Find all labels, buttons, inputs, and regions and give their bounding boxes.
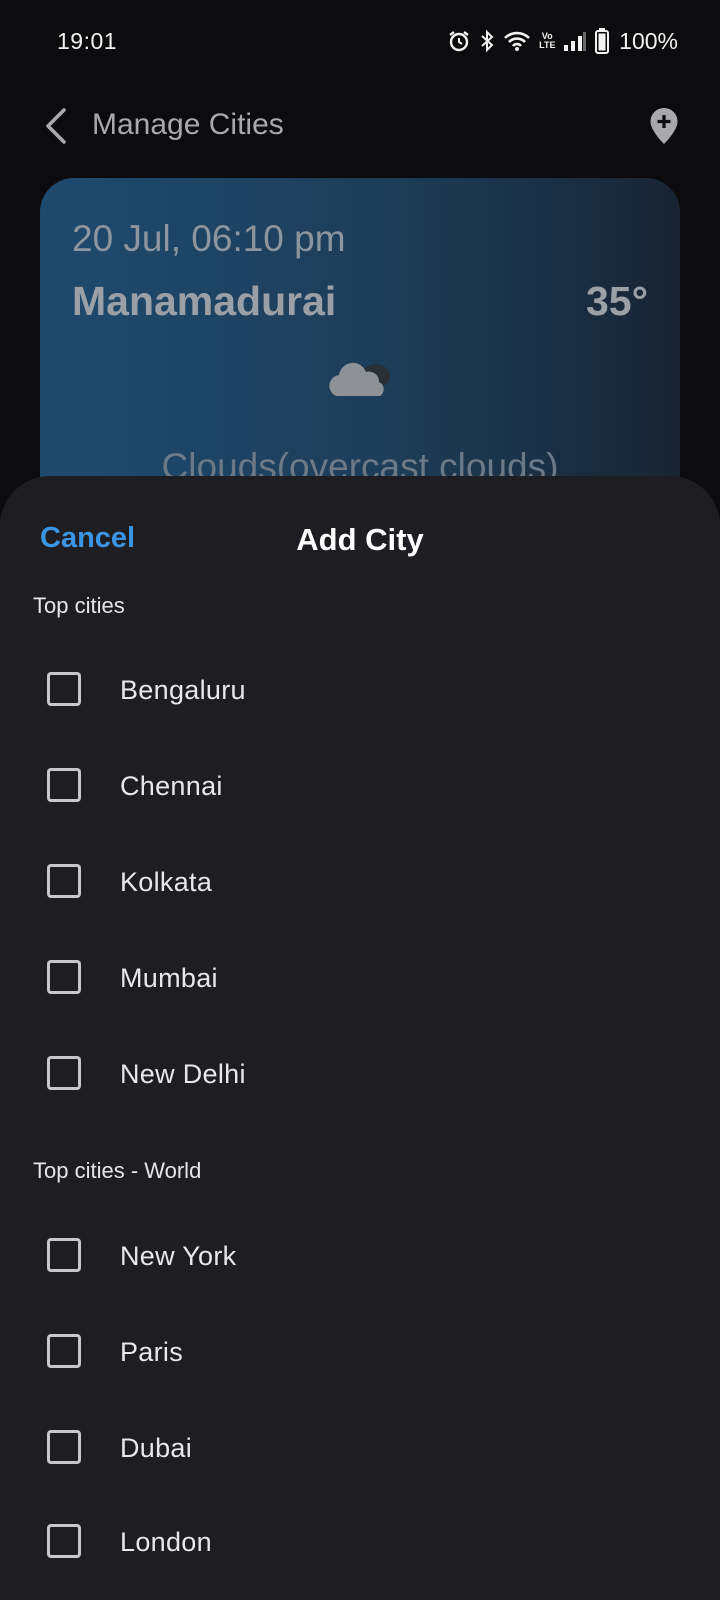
signal-icon	[563, 31, 587, 51]
alarm-icon	[447, 29, 471, 53]
wifi-icon	[503, 30, 531, 52]
card-city-name: Manamadurai	[72, 278, 337, 324]
city-checkbox[interactable]	[47, 1524, 81, 1558]
add-city-sheet: Add City Cancel Top cities Bengaluru Che…	[0, 476, 720, 1600]
page-title: Manage Cities	[92, 108, 284, 141]
city-checkbox[interactable]	[47, 864, 81, 898]
status-icons: Vo LTE 100%	[447, 26, 678, 56]
cancel-button[interactable]: Cancel	[40, 522, 135, 555]
city-row-kolkata[interactable]: Kolkata	[0, 834, 720, 930]
add-location-button[interactable]	[644, 102, 684, 150]
city-checkbox[interactable]	[47, 1238, 81, 1272]
city-row-bengaluru[interactable]: Bengaluru	[0, 642, 720, 738]
city-checkbox[interactable]	[47, 1056, 81, 1090]
volte-icon: Vo LTE	[539, 31, 556, 50]
city-label: Paris	[120, 1337, 184, 1367]
city-row-new-york[interactable]: New York	[0, 1208, 720, 1304]
card-temperature: 35°	[585, 278, 648, 324]
status-bar: 19:01 Vo LTE 100%	[0, 0, 720, 84]
city-row-new-delhi[interactable]: New Delhi	[0, 1026, 720, 1122]
city-row-paris[interactable]: Paris	[0, 1304, 720, 1400]
app-header: Manage Cities	[0, 90, 720, 162]
status-time: 19:01	[57, 28, 118, 54]
city-checkbox[interactable]	[47, 1430, 81, 1464]
city-checkbox[interactable]	[47, 768, 81, 802]
city-label: Bengaluru	[120, 675, 246, 705]
section-title-top-cities: Top cities	[33, 593, 125, 618]
card-datetime: 20 Jul, 06:10 pm	[72, 218, 346, 259]
cloud-icon	[329, 362, 390, 396]
city-checkbox[interactable]	[47, 960, 81, 994]
city-label: New Delhi	[120, 1059, 246, 1089]
city-label: London	[120, 1527, 212, 1557]
bluetooth-icon	[479, 29, 495, 53]
city-row-mumbai[interactable]: Mumbai	[0, 930, 720, 1026]
city-row-dubai[interactable]: Dubai	[0, 1400, 720, 1496]
city-label: Dubai	[120, 1433, 193, 1463]
back-button[interactable]	[38, 104, 74, 148]
battery-percentage: 100%	[619, 27, 678, 54]
battery-icon	[595, 28, 610, 54]
add-location-icon	[650, 108, 678, 144]
city-label: New York	[120, 1241, 237, 1271]
section-title-top-cities-world: Top cities - World	[33, 1158, 202, 1183]
city-row-chennai[interactable]: Chennai	[0, 738, 720, 834]
city-checkbox[interactable]	[47, 672, 81, 706]
city-checkbox[interactable]	[47, 1334, 81, 1368]
city-row-london[interactable]: London	[0, 1494, 720, 1590]
city-label: Chennai	[120, 771, 223, 801]
back-arrow-icon	[46, 108, 66, 144]
city-label: Kolkata	[120, 867, 213, 897]
city-label: Mumbai	[120, 963, 218, 993]
